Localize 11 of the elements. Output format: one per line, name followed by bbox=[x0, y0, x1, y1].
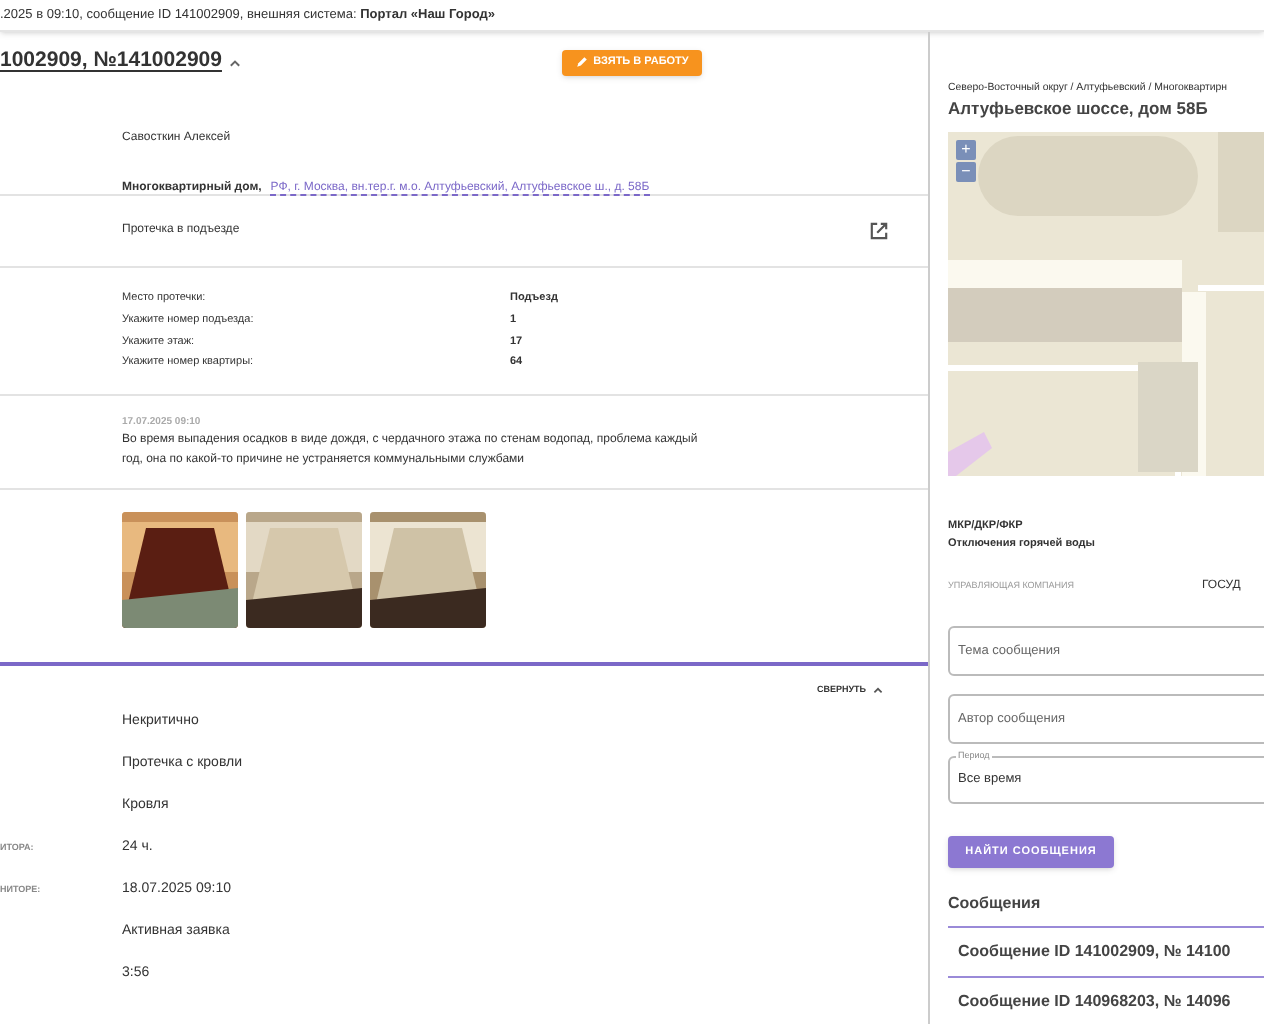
zoom-out-button[interactable]: − bbox=[956, 162, 976, 182]
message-item[interactable]: Сообщение ID 140968203, № 14096 bbox=[948, 976, 1264, 1024]
zoom-in-button[interactable]: + bbox=[956, 140, 976, 160]
map[interactable]: + − bbox=[948, 132, 1264, 476]
external-link-icon[interactable] bbox=[870, 222, 888, 240]
messages-heading: Сообщения bbox=[948, 891, 1041, 915]
chevron-icon[interactable] bbox=[227, 55, 242, 69]
message-item[interactable]: Сообщение ID 141002909, № 14100 bbox=[948, 926, 1264, 976]
request-title: 1002909, №141002909 bbox=[0, 46, 222, 77]
address-heading: Алтуфьевское шоссе, дом 58Б bbox=[948, 95, 1208, 121]
pencil-icon bbox=[575, 56, 588, 68]
